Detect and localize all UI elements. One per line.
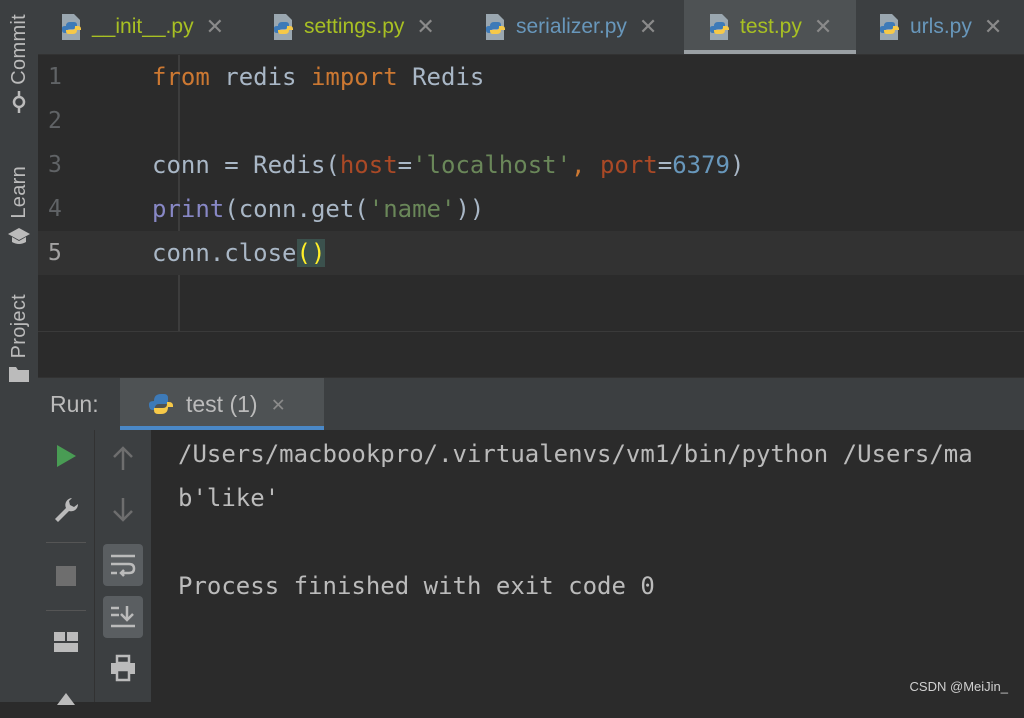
printer-icon <box>111 654 135 682</box>
python-file-icon <box>486 14 505 40</box>
python-file-icon <box>880 14 899 40</box>
tab-label: test.py <box>740 15 802 38</box>
commit-icon <box>12 90 26 113</box>
line-number: 5 <box>48 240 62 266</box>
commit-label: Commit <box>7 14 30 85</box>
run-label: Run: <box>50 391 99 417</box>
run-tool-header: Run: test (1) ✕ <box>38 377 1024 430</box>
tab-urls-py[interactable]: urls.py ✕ <box>856 0 1024 54</box>
folder-icon <box>9 367 29 383</box>
close-icon[interactable]: ✕ <box>416 14 434 40</box>
python-file-icon <box>274 14 293 40</box>
tab-label: __init__.py <box>92 15 194 38</box>
print-button[interactable] <box>103 648 143 688</box>
learn-tool-tab[interactable]: Learn <box>0 166 38 247</box>
edit-config-button[interactable] <box>46 490 86 530</box>
close-icon[interactable]: ✕ <box>814 14 832 40</box>
code-editor[interactable]: 1 from redis import Redis 2 3 conn = Red… <box>38 55 1024 331</box>
wrench-icon <box>55 498 79 522</box>
stop-icon <box>56 566 76 586</box>
line-number: 1 <box>48 64 62 90</box>
console-line: Process finished with exit code 0 <box>178 572 655 600</box>
scroll-to-end-icon <box>111 606 135 628</box>
tab-init-py[interactable]: __init__.py ✕ <box>38 0 250 54</box>
code-text: print(conn.get('name')) <box>152 195 485 223</box>
up-triangle-icon <box>57 693 75 705</box>
editor-bottom-area <box>38 331 1024 378</box>
arrow-up-icon <box>113 446 133 470</box>
code-text: from redis import Redis <box>152 63 485 91</box>
python-file-icon <box>710 14 729 40</box>
close-icon[interactable]: ✕ <box>272 392 285 417</box>
tab-serializer-py[interactable]: serializer.py ✕ <box>462 0 684 54</box>
line-number: 2 <box>48 108 62 134</box>
soft-wrap-icon <box>111 554 136 577</box>
code-line[interactable]: 1 from redis import Redis <box>38 55 1024 99</box>
tab-test-py[interactable]: test.py ✕ <box>684 0 856 54</box>
run-toolbar-primary <box>38 430 95 705</box>
close-icon[interactable]: ✕ <box>639 14 657 40</box>
line-number: 3 <box>48 152 62 178</box>
scroll-down-button[interactable] <box>103 490 143 530</box>
project-tool-tab[interactable]: Project <box>0 294 38 384</box>
left-tool-strip: Commit Learn Project <box>0 0 39 702</box>
project-label: Project <box>7 294 30 359</box>
watermark: CSDN @MeiJin_ <box>909 679 1008 694</box>
run-toolbar-secondary <box>95 430 152 702</box>
code-line[interactable]: 4 print(conn.get('name')) <box>38 187 1024 231</box>
tab-label: settings.py <box>304 15 405 38</box>
commit-tool-tab[interactable]: Commit <box>0 14 38 113</box>
console-line: /Users/macbookpro/.virtualenvs/vm1/bin/p… <box>178 440 973 468</box>
learn-label: Learn <box>7 166 30 219</box>
toolbar-separator <box>46 542 86 543</box>
stop-button[interactable] <box>46 556 86 596</box>
rerun-button[interactable] <box>46 436 86 476</box>
play-icon <box>57 445 76 467</box>
console-output[interactable]: /Users/macbookpro/.virtualenvs/vm1/bin/p… <box>152 430 1024 702</box>
scroll-up-button[interactable] <box>103 438 143 478</box>
layout-button[interactable] <box>46 622 86 662</box>
tab-label: serializer.py <box>516 15 627 38</box>
python-icon <box>149 394 173 414</box>
code-line[interactable]: 2 <box>38 99 1024 143</box>
tab-label: urls.py <box>910 15 972 38</box>
code-line[interactable]: 3 conn = Redis(host='localhost', port=63… <box>38 143 1024 187</box>
scroll-to-end-button[interactable] <box>103 596 143 638</box>
line-number: 4 <box>48 196 62 222</box>
console-line: b'like' <box>178 484 280 512</box>
code-text: conn = Redis(host='localhost', port=6379… <box>152 151 745 179</box>
arrow-down-icon <box>113 498 133 522</box>
python-file-icon <box>62 14 81 40</box>
code-line-current[interactable]: 5 conn.close() <box>38 231 1024 275</box>
soft-wrap-button[interactable] <box>103 544 143 586</box>
run-config-tab[interactable]: test (1) ✕ <box>120 378 324 430</box>
pin-tab-button[interactable] <box>46 678 86 718</box>
matched-parens: () <box>296 239 326 267</box>
close-icon[interactable]: ✕ <box>984 14 1002 40</box>
tab-settings-py[interactable]: settings.py ✕ <box>250 0 462 54</box>
code-text: conn.close() <box>152 239 326 267</box>
layout-icon <box>54 632 78 652</box>
run-tab-label: test (1) <box>186 390 258 417</box>
graduation-cap-icon <box>8 227 30 244</box>
toolbar-separator <box>46 610 86 611</box>
editor-tab-bar: __init__.py ✕ settings.py ✕ serializer.p… <box>38 0 1024 55</box>
close-icon[interactable]: ✕ <box>206 14 224 40</box>
